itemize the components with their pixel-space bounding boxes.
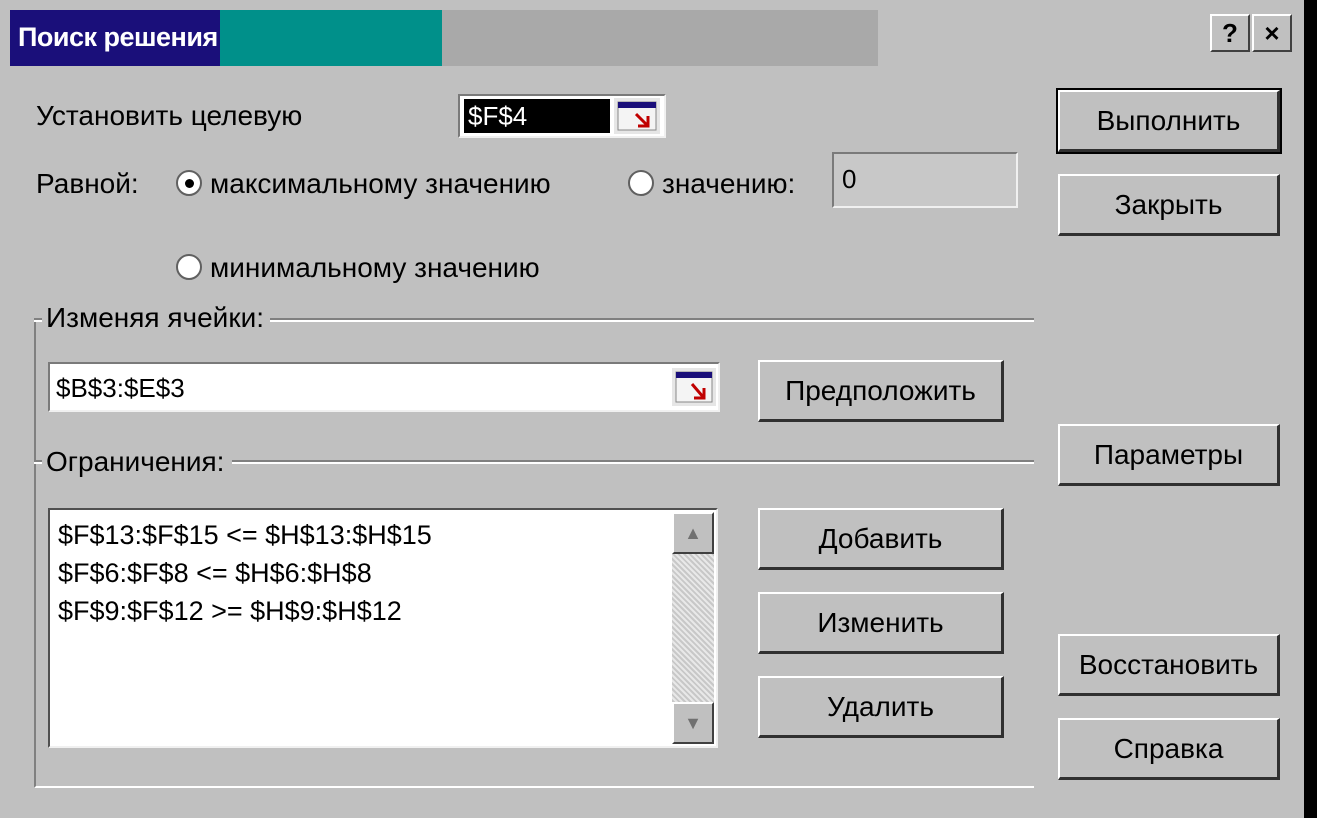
group-line-left-2 bbox=[34, 460, 42, 464]
value-field[interactable]: 0 bbox=[832, 152, 1018, 208]
delete-button[interactable]: Удалить bbox=[758, 676, 1004, 738]
radio-max[interactable] bbox=[176, 170, 202, 196]
constraints-listbox[interactable]: $F$13:$F$15 <= $H$13:$H$15 $F$6:$F$8 <= … bbox=[48, 508, 718, 748]
target-cell-label: Установить целевую bbox=[36, 100, 303, 131]
changing-cells-label: Изменяя ячейки: bbox=[42, 302, 268, 334]
collapse-dialog-icon[interactable] bbox=[672, 368, 716, 406]
add-button[interactable]: Добавить bbox=[758, 508, 1004, 570]
help-title-button[interactable]: ? bbox=[1210, 14, 1250, 52]
scroll-up-icon[interactable]: ▲ bbox=[672, 512, 714, 554]
collapse-dialog-icon[interactable] bbox=[614, 98, 660, 134]
equal-to-label: Равной: bbox=[36, 168, 139, 199]
group-line-left bbox=[34, 318, 42, 322]
radio-min-label[interactable]: минимальному значению bbox=[210, 252, 540, 284]
value-field-text: 0 bbox=[842, 164, 857, 194]
target-cell-field[interactable]: $F$4 bbox=[458, 94, 666, 138]
radio-max-dot bbox=[185, 179, 194, 188]
reset-button[interactable]: Восстановить bbox=[1058, 634, 1280, 696]
radio-value-label[interactable]: значению: bbox=[662, 168, 795, 200]
change-button[interactable]: Изменить bbox=[758, 592, 1004, 654]
title-bar[interactable]: Поиск решения bbox=[10, 10, 878, 66]
window-title: Поиск решения bbox=[18, 22, 218, 52]
close-title-button[interactable]: × bbox=[1252, 14, 1292, 52]
radio-min[interactable] bbox=[176, 254, 202, 280]
changing-cells-value: $B$3:$E$3 bbox=[56, 373, 185, 403]
scroll-down-icon[interactable]: ▼ bbox=[672, 702, 714, 744]
changing-cells-field[interactable]: $B$3:$E$3 bbox=[48, 362, 720, 412]
target-cell-value: $F$4 bbox=[464, 99, 610, 133]
close-button[interactable]: Закрыть bbox=[1058, 174, 1280, 236]
guess-button[interactable]: Предположить bbox=[758, 360, 1004, 422]
window-edge bbox=[1304, 0, 1317, 818]
constraints-label: Ограничения: bbox=[42, 446, 229, 478]
solve-button[interactable]: Выполнить bbox=[1056, 88, 1282, 154]
help-button[interactable]: Справка bbox=[1058, 718, 1280, 780]
constraint-item[interactable]: $F$9:$F$12 >= $H$9:$H$12 bbox=[58, 596, 402, 627]
radio-value[interactable] bbox=[628, 170, 654, 196]
options-button[interactable]: Параметры bbox=[1058, 424, 1280, 486]
group-line-changing bbox=[270, 318, 1034, 322]
group-line-constraints bbox=[232, 460, 1034, 464]
constraint-item[interactable]: $F$13:$F$15 <= $H$13:$H$15 bbox=[58, 520, 432, 551]
constraint-item[interactable]: $F$6:$F$8 <= $H$6:$H$8 bbox=[58, 558, 372, 589]
radio-max-label[interactable]: максимальному значению bbox=[210, 168, 551, 200]
